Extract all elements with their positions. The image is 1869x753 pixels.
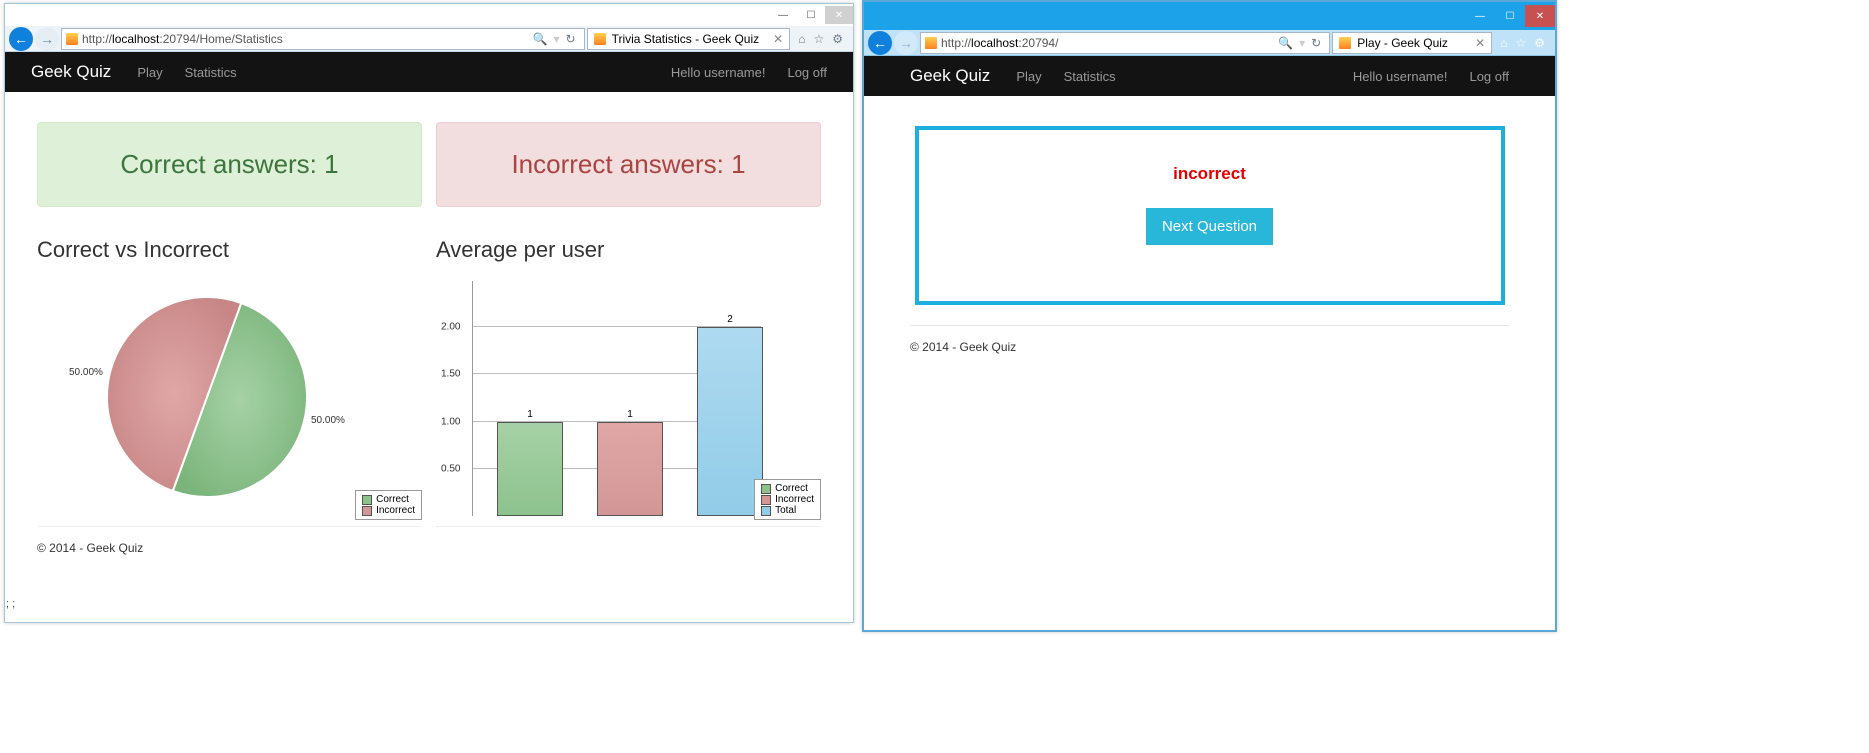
url-text: http://localhost:20794/Home/Statistics [82,32,529,46]
page-content: Geek Quiz Play Statistics Hello username… [864,56,1555,630]
result-label: incorrect [919,164,1501,184]
incorrect-alert: Incorrect answers: 1 [436,122,821,207]
maximize-button[interactable]: ☐ [797,6,825,24]
search-icon[interactable]: 🔍 [1278,36,1293,50]
footer: © 2014 - Geek Quiz [910,325,1509,362]
browser-toolbar: ← → http://localhost:20794/ 🔍 ▾ ↻ Play -… [864,30,1555,56]
tab-title: Play - Geek Quiz [1357,36,1448,50]
refresh-icon[interactable]: ↻ [1311,36,1321,50]
refresh-icon[interactable]: ↻ [566,32,576,46]
site-icon [66,33,78,45]
search-icon[interactable]: 🔍 [533,32,548,46]
tab-close-icon[interactable]: ✕ [1467,36,1485,50]
browser-tab[interactable]: Play - Geek Quiz ✕ [1332,32,1492,54]
pie-label-correct: 50.00% [311,415,345,426]
app-navbar: Geek Quiz Play Statistics Hello username… [5,52,853,92]
page-content: Geek Quiz Play Statistics Hello username… [5,52,853,622]
nav-statistics[interactable]: Statistics [1064,69,1116,84]
pie-chart: 50.00% 50.00% Correct Incorrect [37,267,422,527]
minimize-button[interactable]: — [1465,5,1495,27]
nav-play[interactable]: Play [1016,69,1041,84]
bar-legend: Correct Incorrect Total [754,479,821,520]
close-button[interactable]: ✕ [1525,5,1555,27]
browser-window-statistics: — ☐ ✕ ← → http://localhost:20794/Home/St… [4,3,854,623]
favorites-icon[interactable]: ☆ [813,32,824,46]
close-button[interactable]: ✕ [825,6,853,24]
nav-statistics[interactable]: Statistics [185,65,237,80]
logoff-link[interactable]: Log off [1469,69,1509,84]
site-icon [925,37,937,49]
forward-button[interactable]: → [894,31,918,55]
quiz-panel: incorrect Next Question [915,126,1505,305]
correct-alert: Correct answers: 1 [37,122,422,207]
tab-favicon [1339,37,1351,49]
tools-icon[interactable]: ⚙ [832,32,843,46]
browser-toolbar: ← → http://localhost:20794/Home/Statisti… [5,26,853,52]
next-question-button[interactable]: Next Question [1146,208,1273,245]
app-navbar: Geek Quiz Play Statistics Hello username… [864,56,1555,96]
pie-heading: Correct vs Incorrect [37,237,422,263]
bar-chart: 0.50 1.00 1.50 2.00 1 1 2 [436,267,821,527]
url-text: http://localhost:20794/ [941,36,1274,50]
pie-legend: Correct Incorrect [355,490,422,520]
back-button[interactable]: ← [868,31,892,55]
home-icon[interactable]: ⌂ [1500,36,1507,50]
window-titlebar: — ☐ ✕ [864,2,1555,30]
logoff-link[interactable]: Log off [787,65,827,80]
brand[interactable]: Geek Quiz [910,66,990,86]
pie-label-incorrect: 50.00% [69,367,103,378]
forward-button[interactable]: → [35,27,59,51]
address-bar[interactable]: http://localhost:20794/Home/Statistics 🔍… [61,28,585,50]
greeting[interactable]: Hello username! [1353,69,1448,84]
brand[interactable]: Geek Quiz [31,62,111,82]
back-button[interactable]: ← [9,27,33,51]
address-bar[interactable]: http://localhost:20794/ 🔍 ▾ ↻ [920,32,1330,54]
browser-window-play: — ☐ ✕ ← → http://localhost:20794/ 🔍 ▾ ↻ … [862,0,1557,632]
stray-text: ; ; [6,598,15,610]
tab-favicon [594,33,606,45]
footer: © 2014 - Geek Quiz [37,527,821,563]
bar-heading: Average per user [436,237,821,263]
minimize-button[interactable]: — [769,6,797,24]
maximize-button[interactable]: ☐ [1495,5,1525,27]
tools-icon[interactable]: ⚙ [1534,36,1545,50]
tab-title: Trivia Statistics - Geek Quiz [612,32,760,46]
greeting[interactable]: Hello username! [671,65,766,80]
nav-play[interactable]: Play [137,65,162,80]
home-icon[interactable]: ⌂ [798,32,805,46]
favorites-icon[interactable]: ☆ [1515,36,1526,50]
window-titlebar: — ☐ ✕ [5,4,853,26]
browser-tab[interactable]: Trivia Statistics - Geek Quiz ✕ [587,28,791,50]
tab-close-icon[interactable]: ✕ [765,32,783,46]
